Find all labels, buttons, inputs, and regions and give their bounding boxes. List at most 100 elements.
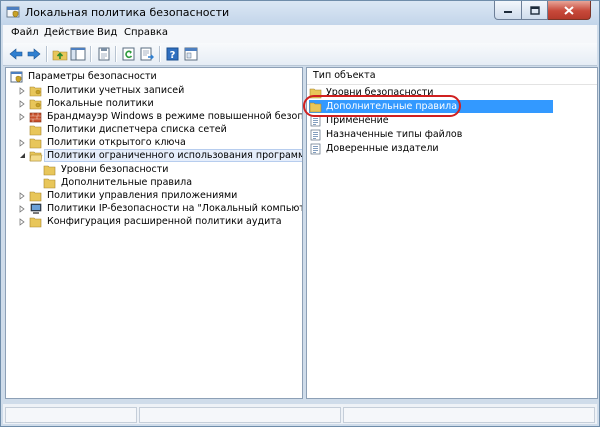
tree-item-label: Политики ограниченного использования про… <box>44 149 302 162</box>
list-item-label: Доверенные издатели <box>326 143 439 154</box>
folder-icon <box>43 164 57 176</box>
tree-root[interactable]: Параметры безопасности <box>10 70 157 83</box>
tree-item-software-restriction-policies[interactable]: Политики ограниченного использования про… <box>18 149 302 162</box>
export-list-button[interactable] <box>138 45 156 62</box>
help-button[interactable]: ? <box>164 45 182 62</box>
folder-icon <box>29 137 43 149</box>
tree-item-advanced-audit-policy[interactable]: Конфигурация расширенной политики аудита <box>18 215 282 228</box>
expand-arrow-placeholder <box>32 165 40 175</box>
collapse-arrow-icon[interactable] <box>18 151 26 161</box>
expand-arrow-icon[interactable] <box>18 204 26 214</box>
console-icon <box>184 47 198 60</box>
window-title: Локальная политика безопасности <box>25 6 230 19</box>
toolbar-separator <box>115 46 117 62</box>
list-item-designated-file-types[interactable]: Назначенные типы файлов <box>309 128 462 141</box>
tree-item-label: Политики диспетчера списка сетей <box>47 124 227 135</box>
column-header-object-type[interactable]: Тип объекта <box>307 68 597 85</box>
ipsec-computer-icon <box>29 203 43 215</box>
tree-item-label: Конфигурация расширенной политики аудита <box>47 216 282 227</box>
up-level-button[interactable] <box>51 45 69 62</box>
properties-button[interactable] <box>95 45 113 62</box>
menu-view[interactable]: Вид <box>97 27 117 38</box>
title-bar[interactable]: Локальная политика безопасности <box>1 1 599 25</box>
svg-text:?: ? <box>170 50 176 61</box>
expand-arrow-icon[interactable] <box>18 86 26 96</box>
expand-arrow-icon[interactable] <box>18 138 26 148</box>
tree-pane[interactable]: Параметры безопасности Политики учетных … <box>5 67 303 399</box>
tree-item-ip-security-policies[interactable]: Политики IP-безопасности на "Локальный к… <box>18 202 303 215</box>
folder-icon <box>29 216 43 228</box>
refresh-button[interactable] <box>120 45 138 62</box>
help-icon: ? <box>166 47 179 61</box>
tree-item-additional-rules[interactable]: Дополнительные правила <box>32 176 192 189</box>
policy-document-icon <box>309 129 323 141</box>
menu-file[interactable]: Файл <box>11 27 39 38</box>
folder-icon <box>43 177 57 189</box>
forward-button[interactable] <box>25 45 43 62</box>
back-arrow-icon <box>9 47 23 60</box>
console-button[interactable] <box>182 45 200 62</box>
caption-buttons <box>494 1 591 21</box>
status-segment <box>343 407 595 423</box>
close-button[interactable] <box>548 1 591 20</box>
menu-bar: Файл Действие Вид Справка <box>3 25 597 44</box>
status-segment <box>139 407 341 423</box>
toolbar-separator <box>90 46 92 62</box>
show-tree-icon <box>70 47 86 60</box>
tree-item-network-list-policies[interactable]: Политики диспетчера списка сетей <box>18 123 227 136</box>
tree-item-account-policies[interactable]: Политики учетных записей <box>18 84 184 97</box>
show-hide-tree-button[interactable] <box>69 45 87 62</box>
folder-icon <box>29 124 43 136</box>
toolbar-separator <box>159 46 161 62</box>
folder-icon <box>29 190 43 202</box>
refresh-icon <box>122 47 135 60</box>
folder-open-icon <box>29 150 43 162</box>
tree-item-application-control-policies[interactable]: Политики управления приложениями <box>18 189 237 202</box>
policy-document-icon <box>309 143 323 155</box>
tree-item-security-levels[interactable]: Уровни безопасности <box>32 163 168 176</box>
list-item-trusted-publishers[interactable]: Доверенные издатели <box>309 142 439 155</box>
tree-item-label: Политики управления приложениями <box>47 190 238 201</box>
menu-help[interactable]: Справка <box>124 27 168 38</box>
list-item-label: Назначенные типы файлов <box>326 129 463 140</box>
expand-arrow-icon[interactable] <box>18 99 26 109</box>
expand-arrow-placeholder <box>18 125 26 135</box>
minimize-icon <box>504 11 512 13</box>
tree-item-label: Политики IP-безопасности на "Локальный к… <box>47 203 303 214</box>
close-icon <box>564 5 574 15</box>
annotation-highlight-oval <box>303 95 461 117</box>
forward-arrow-icon <box>27 47 41 60</box>
tree-item-local-policies[interactable]: Локальные политики <box>18 97 154 110</box>
properties-icon <box>98 47 110 60</box>
policy-folder-icon <box>29 85 43 97</box>
tree-item-label: Локальные политики <box>47 98 154 109</box>
column-header-label: Тип объекта <box>313 70 376 81</box>
expand-arrow-icon[interactable] <box>18 112 26 122</box>
up-folder-icon <box>52 50 68 60</box>
tree-item-label: Политики учетных записей <box>47 85 185 96</box>
toolbar-separator <box>46 46 48 62</box>
tree-item-public-key-policies[interactable]: Политики открытого ключа <box>18 136 186 149</box>
back-button[interactable] <box>7 45 25 62</box>
minimize-button[interactable] <box>494 1 522 20</box>
toolbar: ? <box>3 43 597 66</box>
tree-item-label: Уровни безопасности <box>61 164 169 175</box>
maximize-button[interactable] <box>522 1 548 20</box>
tree-root-label: Параметры безопасности <box>28 71 157 82</box>
export-list-icon <box>140 47 154 60</box>
tree-item-windows-firewall[interactable]: Брандмауэр Windows в режиме повышенной б… <box>18 110 303 123</box>
tree-item-label: Дополнительные правила <box>61 177 193 188</box>
policy-folder-icon <box>29 98 43 110</box>
security-policy-icon <box>6 6 20 18</box>
expand-arrow-icon[interactable] <box>18 191 26 201</box>
tree-item-label: Брандмауэр Windows в режиме повышенной б… <box>47 111 303 122</box>
status-segment <box>5 407 137 423</box>
status-bar <box>3 404 597 424</box>
security-settings-icon <box>10 71 24 83</box>
firewall-icon <box>29 111 43 123</box>
expand-arrow-icon[interactable] <box>18 217 26 227</box>
maximize-icon <box>529 5 540 15</box>
expand-arrow-placeholder <box>32 178 40 188</box>
main-window: Локальная политика безопасности Файл Дей… <box>0 0 600 427</box>
menu-action[interactable]: Действие <box>44 27 94 38</box>
